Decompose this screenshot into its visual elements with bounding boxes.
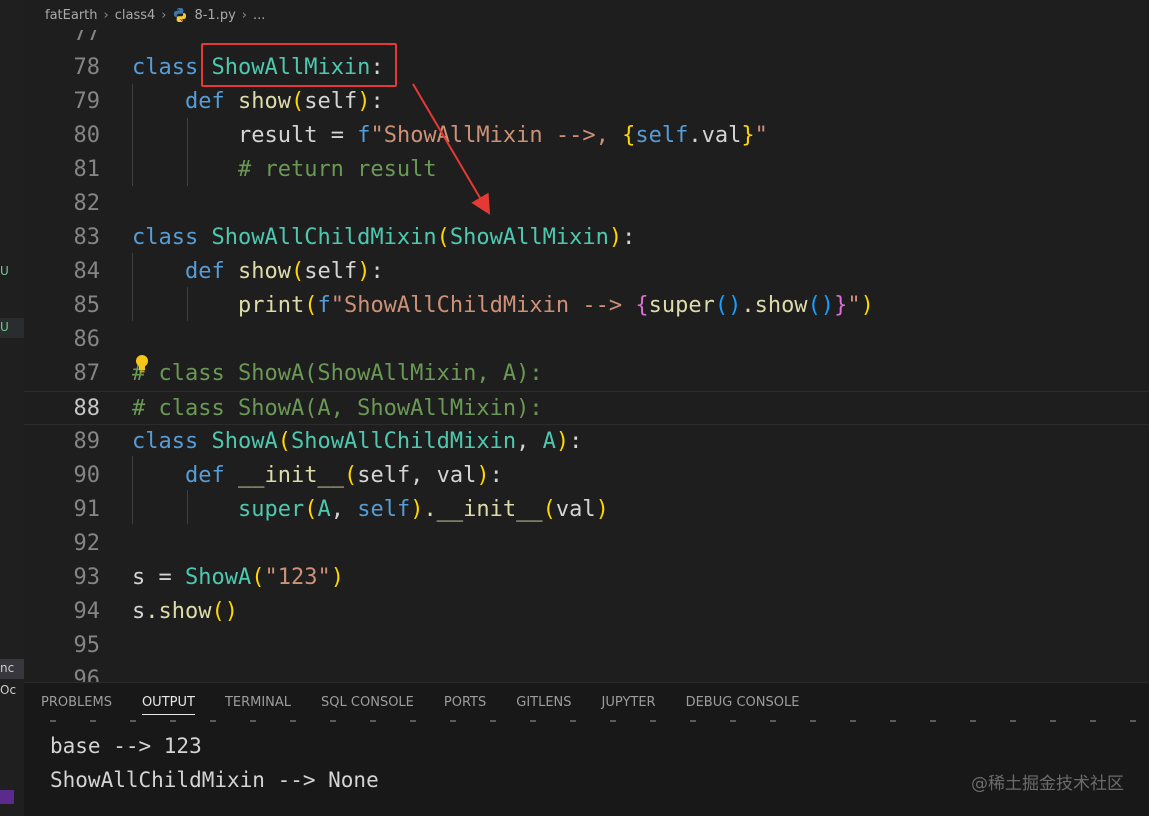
code-line: 78 class ShowAllMixin: — [24, 51, 1149, 85]
code-line: 87 # class ShowA(ShowAllMixin, A): — [24, 357, 1149, 391]
lightbulb-icon[interactable] — [134, 354, 150, 374]
sidebar-truncated-text: Oc — [0, 683, 17, 697]
code-line: 86 — [24, 323, 1149, 357]
code-text: print(f"ShowAllChildMixin --> {super().s… — [237, 293, 874, 318]
chevron-right-icon: › — [241, 7, 247, 23]
tab-ports[interactable]: PORTS — [444, 683, 486, 723]
output-line: base --> 123 — [50, 734, 202, 758]
code-line: 83 class ShowAllChildMixin(ShowAllMixin): — [24, 221, 1149, 255]
line-number: 86 — [73, 327, 101, 352]
chevron-right-icon: › — [103, 7, 109, 23]
line-number: 88 — [73, 396, 101, 421]
output-line: ShowAllChildMixin --> None — [50, 768, 379, 792]
code-line: 95 — [24, 629, 1149, 663]
code-line: 96 — [24, 663, 1149, 682]
output-console[interactable]: base --> 123 ShowAllChildMixin --> None — [50, 729, 379, 797]
explorer-sidebar-edge: U U nc Oc — [0, 0, 24, 816]
tab-output[interactable]: OUTPUT — [141, 683, 195, 723]
code-line: 93 s = ShowA("123") — [24, 561, 1149, 595]
breadcrumb-folder[interactable]: fatEarth — [45, 8, 98, 23]
breadcrumb-file[interactable]: 8-1.py — [194, 8, 235, 23]
code-text: def __init__(self, val): — [184, 463, 503, 488]
code-text: class ShowAllChildMixin(ShowAllMixin): — [132, 225, 636, 250]
code-editor[interactable]: 77 78 class ShowAllMixin: 79 def show(sel… — [24, 30, 1149, 682]
code-text: result = f"ShowAllMixin -->, {self.val}" — [237, 123, 768, 148]
tab-gitlens[interactable]: GITLENS — [516, 683, 571, 723]
line-number: 94 — [73, 599, 101, 624]
chevron-right-icon: › — [161, 7, 167, 23]
breadcrumb: fatEarth › class4 › 8-1.py › ... — [24, 0, 1149, 30]
code-line: 90 def __init__(self, val): — [24, 459, 1149, 493]
line-number: 77 — [73, 30, 101, 46]
code-line: 89 class ShowA(ShowAllChildMixin, A): — [24, 425, 1149, 459]
line-number: 87 — [73, 361, 101, 386]
tab-terminal[interactable]: TERMINAL — [225, 683, 291, 723]
line-number: 95 — [73, 633, 101, 658]
code-line: 77 — [24, 30, 1149, 51]
line-number: 78 — [73, 55, 101, 80]
breadcrumb-symbol[interactable]: ... — [253, 8, 265, 23]
code-line: 85 print(f"ShowAllChildMixin --> {super(… — [24, 289, 1149, 323]
code-line: 92 — [24, 527, 1149, 561]
line-number: 91 — [73, 497, 101, 522]
code-text: s = ShowA("123") — [132, 565, 344, 590]
line-number: 92 — [73, 531, 101, 556]
line-number: 82 — [73, 191, 101, 216]
line-number: 85 — [73, 293, 101, 318]
code-text: def show(self): — [184, 89, 384, 114]
code-text: super(A, self).__init__(val) — [237, 497, 609, 522]
code-line-current: 88 # class ShowA(A, ShowAllMixin): — [24, 391, 1149, 425]
tab-sql-console[interactable]: SQL CONSOLE — [321, 683, 414, 723]
line-number: 93 — [73, 565, 101, 590]
python-icon — [174, 8, 187, 22]
breadcrumb-folder[interactable]: class4 — [115, 8, 156, 23]
line-number: 89 — [73, 429, 101, 454]
code-text: class ShowA(ShowAllChildMixin, A): — [132, 429, 583, 454]
line-number: 81 — [73, 157, 101, 182]
line-number: 80 — [73, 123, 101, 148]
code-text: # class ShowA(ShowAllMixin, A): — [132, 361, 543, 386]
status-accent — [0, 790, 14, 804]
code-line: 94 s.show() — [24, 595, 1149, 629]
code-line: 84 def show(self): — [24, 255, 1149, 289]
code-text: class ShowAllMixin: — [132, 55, 384, 80]
line-number: 83 — [73, 225, 101, 250]
line-number: 84 — [73, 259, 101, 284]
code-line: 80 result = f"ShowAllMixin -->, {self.va… — [24, 119, 1149, 153]
code-line: 81 # return result — [24, 153, 1149, 187]
tab-jupyter[interactable]: JUPYTER — [602, 683, 656, 723]
panel-tabs: PROBLEMS OUTPUT TERMINAL SQL CONSOLE POR… — [24, 683, 829, 723]
line-number: 90 — [73, 463, 101, 488]
git-status-badge: U — [0, 320, 9, 334]
watermark: @稀土掘金技术社区 — [971, 774, 1124, 794]
code-text: s.show() — [132, 599, 238, 624]
code-line: 91 super(A, self).__init__(val) — [24, 493, 1149, 527]
tab-problems[interactable]: PROBLEMS — [41, 683, 112, 723]
sidebar-truncated-text: nc — [0, 661, 15, 675]
code-text: # class ShowA(A, ShowAllMixin): — [132, 396, 543, 421]
line-number: 96 — [73, 667, 101, 682]
git-status-badge: U — [0, 264, 9, 278]
code-text: # return result — [237, 157, 437, 182]
code-line: 82 — [24, 187, 1149, 221]
line-number: 79 — [73, 89, 101, 114]
code-text: def show(self): — [184, 259, 384, 284]
output-scroll-remnant — [50, 720, 1140, 722]
tab-debug-console[interactable]: DEBUG CONSOLE — [686, 683, 800, 723]
code-line: 79 def show(self): — [24, 85, 1149, 119]
bottom-panel: PROBLEMS OUTPUT TERMINAL SQL CONSOLE POR… — [24, 682, 1149, 816]
